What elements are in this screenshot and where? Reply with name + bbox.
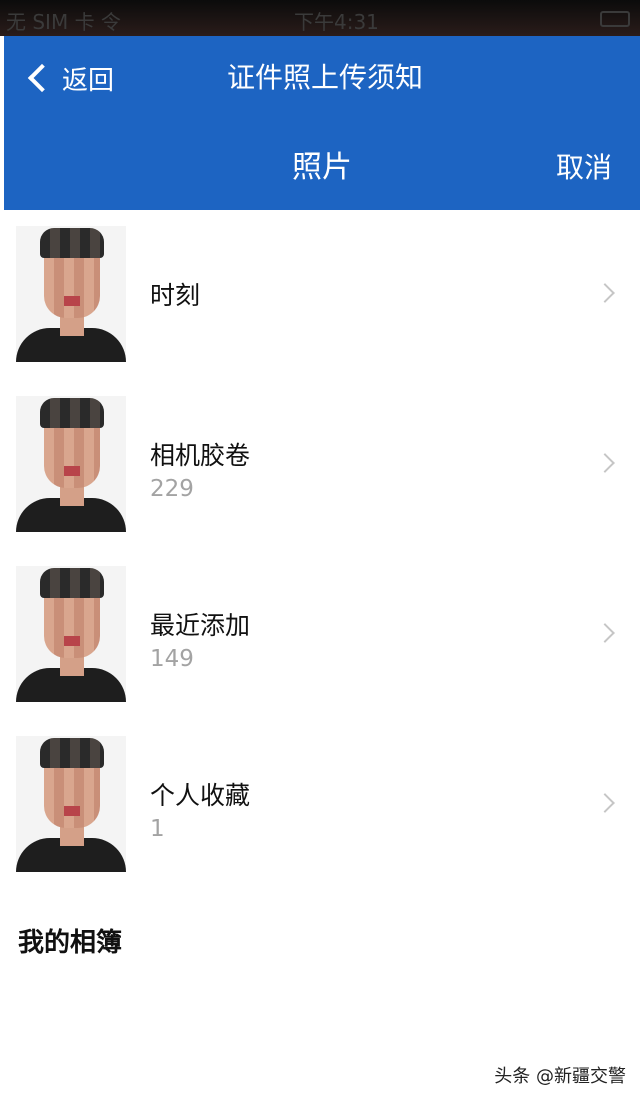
chevron-right-icon xyxy=(595,793,615,813)
album-count: 229 xyxy=(150,476,194,502)
album-row-favorites[interactable]: 个人收藏 1 xyxy=(4,720,640,890)
album-thumbnail xyxy=(16,736,126,872)
album-row-moments[interactable]: 时刻 xyxy=(4,210,640,380)
section-title: 我的相簿 xyxy=(18,928,123,958)
chevron-right-icon xyxy=(595,283,615,303)
watermark: 头条 @新疆交警 xyxy=(494,1066,626,1087)
album-row-recently-added[interactable]: 最近添加 149 xyxy=(4,550,640,720)
carrier-label: 无 SIM 卡 令 xyxy=(6,10,121,34)
album-row-camera-roll[interactable]: 相机胶卷 229 xyxy=(4,380,640,550)
status-time: 下午4:31 xyxy=(294,10,379,34)
album-thumbnail xyxy=(16,566,126,702)
album-thumbnail xyxy=(16,226,126,362)
album-thumbnail xyxy=(16,396,126,532)
album-count: 1 xyxy=(150,816,165,842)
battery-icon xyxy=(600,11,630,27)
status-bar: 无 SIM 卡 令 下午4:31 xyxy=(0,0,640,36)
album-name: 相机胶卷 xyxy=(150,441,251,470)
chevron-right-icon xyxy=(595,453,615,473)
album-name: 最近添加 xyxy=(150,611,251,640)
album-name: 时刻 xyxy=(150,281,201,310)
album-list: 时刻 相机胶卷 229 最近添加 149 个人收藏 1 xyxy=(4,210,640,890)
picker-title: 照片 xyxy=(292,150,352,185)
navigation-header: 返回 证件照上传须知 照片 取消 xyxy=(4,36,640,210)
chevron-right-icon xyxy=(595,623,615,643)
album-name: 个人收藏 xyxy=(150,781,251,810)
page-title: 证件照上传须知 xyxy=(226,61,423,94)
cancel-button[interactable]: 取消 xyxy=(556,146,612,190)
album-count: 149 xyxy=(150,646,194,672)
